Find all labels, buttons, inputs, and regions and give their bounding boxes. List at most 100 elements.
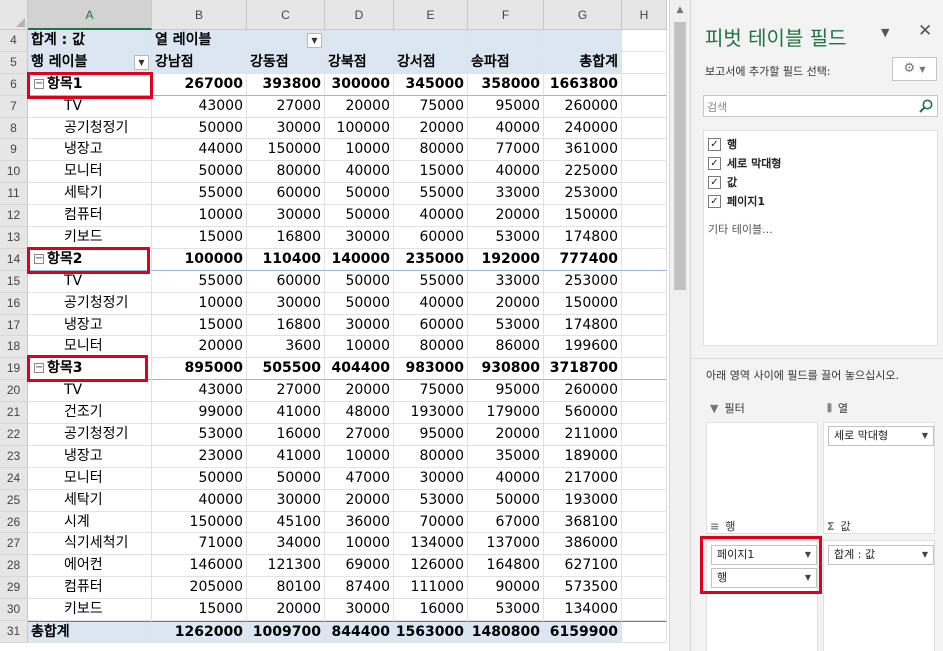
empty-cell[interactable]	[622, 424, 667, 446]
row-number[interactable]: 6	[0, 73, 28, 96]
value-cell[interactable]: 50000	[152, 161, 247, 184]
value-cell[interactable]: 43000	[152, 95, 247, 118]
chevron-down-icon[interactable]: ▼	[805, 569, 811, 587]
row-total-cell[interactable]: 777400	[544, 248, 622, 271]
value-cell[interactable]: 80100	[247, 577, 325, 600]
value-cell[interactable]: 140000	[325, 248, 394, 271]
empty-cell[interactable]	[622, 621, 667, 643]
row-number[interactable]: 28	[0, 555, 28, 578]
value-cell[interactable]: 3600	[247, 336, 325, 359]
item-label-cell[interactable]: 공기청정기	[28, 117, 152, 140]
empty-cell[interactable]	[622, 30, 667, 52]
value-cell[interactable]: 67000	[468, 511, 544, 534]
value-cell[interactable]: 41000	[247, 402, 325, 425]
row-filter-dropdown-icon[interactable]: ▼	[134, 54, 149, 70]
value-cell[interactable]: 844400	[325, 621, 394, 643]
value-cell[interactable]: 20000	[325, 95, 394, 118]
item-label-cell[interactable]: 에어컨	[28, 555, 152, 578]
value-cell[interactable]: 33000	[468, 183, 544, 206]
row-total-cell[interactable]: 199600	[544, 336, 622, 359]
value-cell[interactable]: 23000	[152, 445, 247, 468]
pivot-header-cell[interactable]	[394, 30, 468, 52]
field-checkbox[interactable]: ✓	[708, 194, 721, 208]
row-number[interactable]: 5	[0, 51, 28, 74]
value-cell[interactable]: 205000	[152, 577, 247, 600]
value-cell[interactable]: 235000	[394, 248, 468, 271]
rows-field-item-1[interactable]: 페이지1 ▼	[711, 545, 817, 565]
field-search-input[interactable]: 검색	[703, 95, 938, 117]
value-cell[interactable]: 30000	[325, 227, 394, 249]
row-labels-cell[interactable]: 행 레이블 ▼	[28, 51, 152, 74]
chevron-down-icon[interactable]: ▼	[922, 546, 928, 564]
column-header-f[interactable]: F	[468, 0, 544, 30]
column-header-h[interactable]: H	[622, 0, 667, 30]
column-header-b[interactable]: B	[152, 0, 247, 30]
empty-cell[interactable]	[622, 292, 667, 315]
value-cell[interactable]: 150000	[247, 139, 325, 162]
value-cell[interactable]: 40000	[468, 467, 544, 490]
value-cell[interactable]: 50000	[325, 292, 394, 315]
value-cell[interactable]: 10000	[325, 533, 394, 556]
value-cell[interactable]: 40000	[394, 205, 468, 228]
chevron-down-icon[interactable]: ▼	[805, 546, 811, 564]
row-number[interactable]: 19	[0, 358, 28, 381]
row-total-cell[interactable]: 253000	[544, 183, 622, 206]
value-cell[interactable]: 164800	[468, 555, 544, 578]
row-number[interactable]: 16	[0, 292, 28, 315]
value-cell[interactable]: 20000	[468, 205, 544, 228]
value-cell[interactable]: 40000	[468, 161, 544, 184]
value-cell[interactable]: 36000	[325, 511, 394, 534]
field-item[interactable]: ✓ 페이지1	[708, 192, 765, 210]
value-cell[interactable]: 95000	[394, 424, 468, 446]
collapse-icon[interactable]: −	[34, 78, 44, 89]
group-label-cell[interactable]: − 항목3	[28, 358, 152, 381]
gear-settings-button[interactable]: ⚙ ▼	[892, 57, 937, 81]
value-cell[interactable]: 134000	[394, 533, 468, 556]
item-label-cell[interactable]: 모니터	[28, 161, 152, 184]
row-number[interactable]: 20	[0, 380, 28, 403]
rows-drop-zone[interactable]: 페이지1 ▼ 행 ▼	[706, 540, 818, 651]
empty-cell[interactable]	[622, 358, 667, 381]
value-cell[interactable]: 1262000	[152, 621, 247, 643]
row-number[interactable]: 10	[0, 161, 28, 184]
value-cell[interactable]: 50000	[325, 183, 394, 206]
value-cell[interactable]: 1009700	[247, 621, 325, 643]
row-total-cell[interactable]: 260000	[544, 380, 622, 403]
value-cell[interactable]: 87400	[325, 577, 394, 600]
value-cell[interactable]: 53000	[152, 424, 247, 446]
value-cell[interactable]: 100000	[325, 117, 394, 140]
row-total-cell[interactable]: 150000	[544, 292, 622, 315]
column-header-grand-total[interactable]: 총합계	[544, 51, 622, 74]
value-cell[interactable]: 126000	[394, 555, 468, 578]
value-cell[interactable]: 44000	[152, 139, 247, 162]
column-header-branch[interactable]: 강남점	[152, 51, 247, 74]
field-checkbox[interactable]: ✓	[708, 175, 721, 189]
item-label-cell[interactable]: 건조기	[28, 402, 152, 425]
empty-cell[interactable]	[622, 511, 667, 534]
value-cell[interactable]: 50000	[152, 117, 247, 140]
empty-cell[interactable]	[622, 161, 667, 184]
empty-cell[interactable]	[622, 336, 667, 359]
value-cell[interactable]: 983000	[394, 358, 468, 381]
row-total-cell[interactable]: 225000	[544, 161, 622, 184]
row-total-cell[interactable]: 361000	[544, 139, 622, 162]
value-cell[interactable]: 30000	[247, 117, 325, 140]
value-cell[interactable]: 43000	[152, 380, 247, 403]
collapse-icon[interactable]: −	[34, 363, 44, 374]
value-cell[interactable]: 100000	[152, 248, 247, 271]
row-number[interactable]: 22	[0, 424, 28, 446]
empty-cell[interactable]	[622, 489, 667, 512]
row-number[interactable]: 30	[0, 599, 28, 622]
value-cell[interactable]: 40000	[152, 489, 247, 512]
value-cell[interactable]: 53000	[468, 599, 544, 622]
row-number[interactable]: 26	[0, 511, 28, 534]
value-cell[interactable]: 10000	[325, 336, 394, 359]
vertical-scrollbar[interactable]: ▲	[669, 0, 690, 651]
empty-cell[interactable]	[622, 248, 667, 271]
row-number[interactable]: 13	[0, 227, 28, 249]
item-label-cell[interactable]: 키보드	[28, 599, 152, 622]
empty-cell[interactable]	[622, 467, 667, 490]
column-header-branch[interactable]: 강서점	[394, 51, 468, 74]
value-cell[interactable]: 15000	[394, 161, 468, 184]
value-cell[interactable]: 27000	[247, 95, 325, 118]
